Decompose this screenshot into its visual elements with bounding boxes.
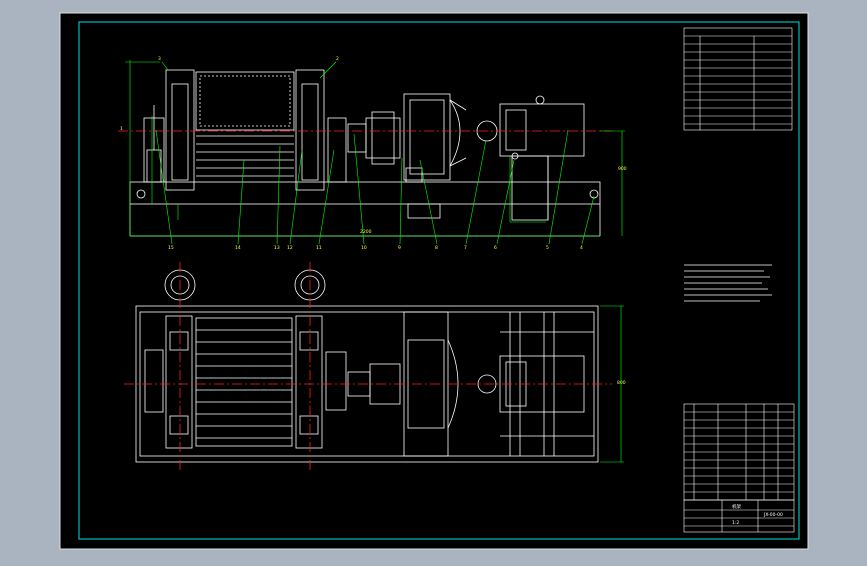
part-number-label: 7 bbox=[464, 245, 467, 251]
part-number-label: 12 bbox=[287, 245, 293, 251]
part-number-label: 1 bbox=[120, 126, 123, 132]
part-number-label: 14 bbox=[235, 245, 241, 251]
part-number-label: 8 bbox=[435, 245, 438, 251]
title-block-name: 机架 bbox=[732, 503, 741, 510]
dimension-height: 900 bbox=[618, 166, 627, 172]
part-number-label: 13 bbox=[274, 245, 280, 251]
part-number-label: 9 bbox=[398, 245, 401, 251]
dimension-overall-length: 2200 bbox=[360, 229, 372, 235]
cad-drawing-viewport[interactable]: 15 14 13 12 11 10 9 8 7 6 5 4 3 2 1 2200… bbox=[0, 0, 867, 562]
part-number-label: 11 bbox=[316, 245, 322, 251]
part-number-label: 2 bbox=[336, 56, 339, 62]
part-number-label: 10 bbox=[361, 245, 367, 251]
part-number-label: 6 bbox=[494, 245, 497, 251]
part-number-label: 4 bbox=[580, 245, 583, 251]
title-block-scale: 1:2 bbox=[732, 520, 739, 526]
part-number-label: 15 bbox=[168, 245, 174, 251]
title-block-drawing-number: JX-00-00 bbox=[763, 512, 783, 518]
part-number-label: 5 bbox=[546, 245, 549, 251]
dimension-width: 800 bbox=[617, 380, 626, 386]
part-number-label: 3 bbox=[158, 56, 161, 62]
